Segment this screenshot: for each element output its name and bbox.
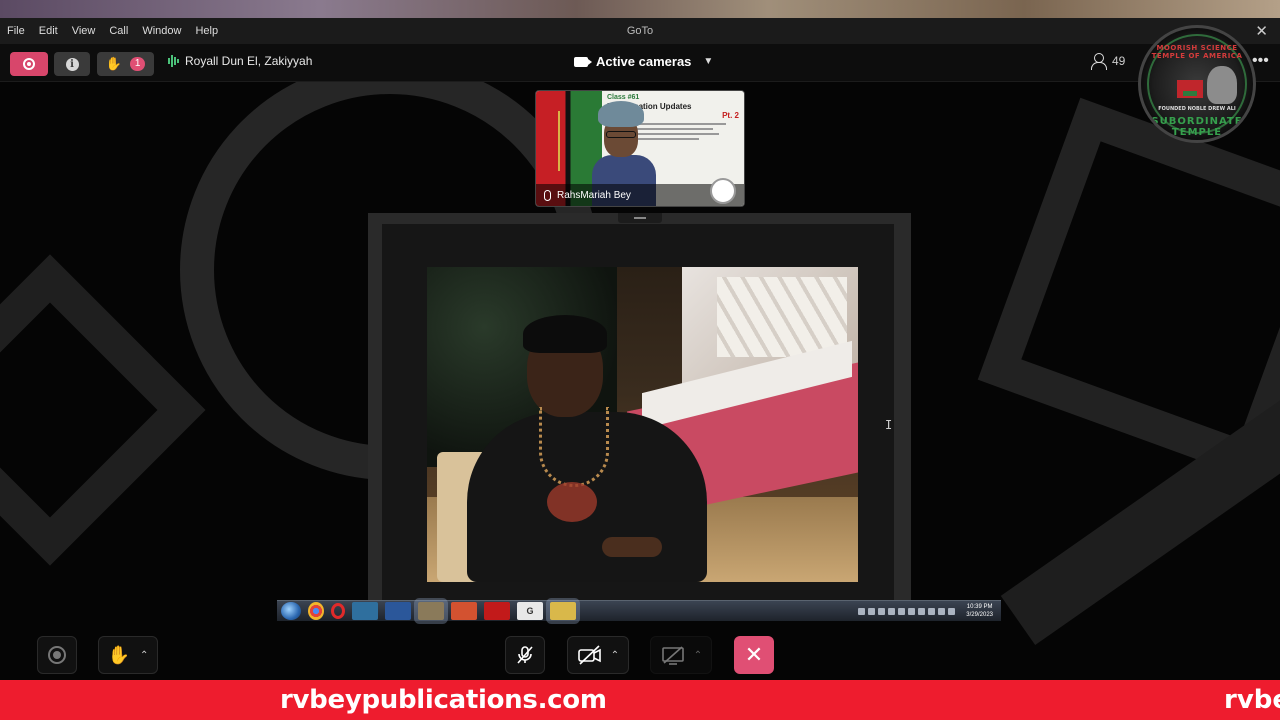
audio-level-icon [168,54,179,68]
screen-share-off-icon [661,646,684,665]
editor-icon[interactable] [352,602,378,620]
menu-bar: File Edit View Call Window Help GoTo ✕ [0,18,1280,44]
background-diamond-shape [0,254,206,566]
logo-bottom-text: SUBORDINATE TEMPLE [1151,116,1243,138]
mic-icon [544,189,551,201]
background-square-shape [977,97,1280,483]
mic-off-icon [517,646,533,664]
shared-screen-taskbar: G 10:39 PM 3/29/2023 [277,600,1001,621]
leave-meeting-button[interactable]: ✕ [734,636,774,674]
media-player-icon[interactable] [418,602,444,620]
participant-name: RahsMariah Bey [557,189,631,201]
meeting-window: File Edit View Call Window Help GoTo ✕ i… [0,0,1280,720]
menu-view[interactable]: View [65,25,103,37]
opera-icon[interactable] [331,603,345,619]
info-icon: i [65,57,79,71]
active-speaker-name: Royall Dun El, Zakiyyah [185,54,313,68]
tray-clock: 10:39 PM 3/29/2023 [966,603,993,619]
temple-logo: MOORISH SCIENCE TEMPLE OF AMERICA FOUNDE… [1138,25,1256,143]
top-photo-strip [0,0,1280,18]
scales-of-justice [558,111,588,171]
camera-toggle-button[interactable]: ⌃ [567,636,629,674]
raise-hand-button[interactable]: ✋ ⌃ [98,636,158,674]
menu-help[interactable]: Help [188,25,225,37]
window-close-icon[interactable]: ✕ [1255,22,1268,40]
acrobat-icon[interactable] [484,602,510,620]
camera-settings-button[interactable] [37,636,77,674]
folder-icon[interactable] [550,602,576,620]
banner-text-repeat: rvbe [1224,685,1280,715]
shared-screen-drag-handle[interactable] [618,213,662,223]
tray-date: 3/29/2023 [966,612,993,618]
close-icon: ✕ [744,642,764,667]
banner-text: rvbeypublications.com [280,685,607,715]
participant-video-thumbnail[interactable]: Class #61 Proclamation Updates Pt. 2 Rah… [535,90,745,207]
person-icon [1090,53,1107,70]
chevron-down-icon: ▼ [703,56,714,67]
chevron-up-icon[interactable]: ⌃ [140,650,148,661]
more-icon[interactable]: ••• [1252,52,1269,70]
menu-file[interactable]: File [0,25,32,37]
word-icon[interactable] [385,602,411,620]
logo-middle-text: FOUNDED NOBLE DREW ALI [1158,106,1236,112]
raise-hand-icon: ✋ [105,56,122,71]
record-icon [23,58,35,70]
record-button[interactable] [10,52,48,76]
hand-raise-count-badge: 1 [129,57,146,71]
menu-edit[interactable]: Edit [32,25,65,37]
microphone-toggle-button[interactable] [505,636,545,674]
record-dot-icon [48,646,66,664]
meeting-toolbar: i ✋ 1 Royall Dun El, Zakiyyah Active cam… [0,44,1280,82]
active-cameras-dropdown[interactable]: Active cameras ▼ [574,54,713,69]
active-cameras-label: Active cameras [596,54,692,69]
screen-share-button[interactable]: ⌃ [650,636,712,674]
system-tray: 10:39 PM 3/29/2023 [858,603,1001,619]
chevron-up-icon[interactable]: ⌃ [694,650,702,661]
logo-portrait [1207,66,1237,104]
g-app-icon[interactable]: G [517,602,543,620]
raised-hands-button[interactable]: ✋ 1 [97,52,154,76]
active-speaker: Royall Dun El, Zakiyyah [168,54,312,68]
participant-count: 49 [1112,54,1126,68]
info-button[interactable]: i [54,52,90,76]
text-cursor-icon: I [885,418,893,432]
thumbnail-seal [710,178,736,204]
chevron-up-icon[interactable]: ⌃ [611,650,619,661]
chrome-icon[interactable] [308,602,324,620]
office-icon[interactable] [451,602,477,620]
slide-class: Class #61 [607,94,640,101]
logo-top-text: MOORISH SCIENCE TEMPLE OF AMERICA [1151,44,1243,60]
shared-video-frame [427,267,858,582]
raise-hand-icon: ✋ [107,644,131,665]
website-banner: rvbeypublications.com rvbe [0,680,1280,720]
logo-flag [1177,80,1203,98]
camera-icon [574,56,592,67]
tray-time: 10:39 PM [966,604,993,610]
menu-call[interactable]: Call [102,25,135,37]
video-off-icon [577,645,601,665]
windows-start-icon[interactable] [281,602,301,620]
participants-button[interactable]: 49 [1090,53,1126,70]
menu-window[interactable]: Window [135,25,188,37]
